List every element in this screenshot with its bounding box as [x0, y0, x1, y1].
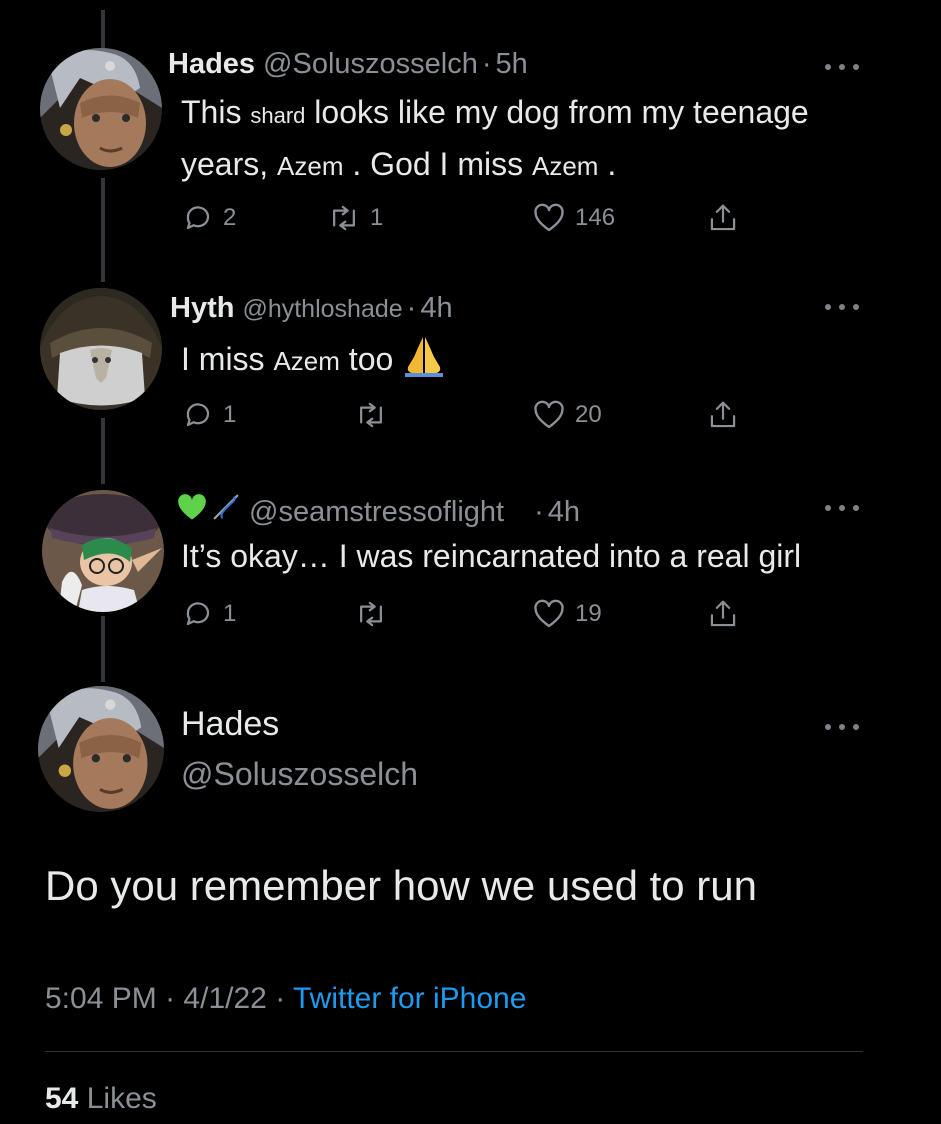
retweet-icon	[333, 205, 355, 231]
thread-line	[101, 418, 105, 484]
tweet-actions: 1 19	[183, 594, 743, 634]
separator-dot: ·	[406, 292, 417, 324]
user-handle[interactable]: @Soluszosselch	[263, 48, 478, 81]
retweet-icon	[360, 402, 382, 428]
reply-button[interactable]: 1	[183, 594, 236, 634]
display-name[interactable]: Hyth	[170, 292, 234, 325]
separator-dot: ·	[481, 48, 492, 80]
tweet-text: I miss Azem too	[181, 333, 446, 390]
reply-button[interactable]: 1	[183, 395, 236, 435]
thread-line	[101, 178, 105, 282]
separator-dot: ·	[534, 496, 544, 528]
avatar-hades-main[interactable]	[38, 686, 164, 812]
more-options-icon[interactable]	[825, 62, 859, 72]
like-button[interactable]: 20	[533, 395, 602, 435]
main-display-name[interactable]: Hades	[181, 705, 279, 744]
reply-count: 2	[223, 204, 237, 231]
share-icon	[710, 204, 736, 231]
needle-thread-icon	[213, 494, 239, 520]
share-button[interactable]	[708, 198, 738, 238]
tweet-date[interactable]: 4/1/22	[183, 982, 266, 1015]
retweet-button[interactable]	[355, 395, 397, 435]
tweet-actions: 1 20	[183, 395, 743, 435]
tweet-header: @seamstressoflight · 4h	[177, 490, 580, 529]
share-icon	[710, 600, 736, 627]
folded-hands-emoji	[402, 333, 446, 390]
tweet-source-link[interactable]: Twitter for iPhone	[293, 982, 526, 1015]
timestamp[interactable]: 5h	[496, 48, 528, 81]
thread-line	[101, 616, 105, 682]
more-options-icon[interactable]	[825, 302, 859, 312]
more-options-icon[interactable]	[825, 503, 859, 513]
user-handle[interactable]: @seamstressoflight	[249, 496, 504, 529]
retweet-button[interactable]	[355, 594, 397, 634]
main-user-handle[interactable]: @Soluszosselch	[181, 756, 418, 793]
main-tweet-text: Do you remember how we used to run	[45, 862, 758, 909]
display-name[interactable]: Hades	[168, 48, 255, 81]
reply-icon	[186, 602, 210, 626]
retweet-button[interactable]: 1	[328, 198, 383, 238]
reply-icon	[186, 206, 210, 230]
share-icon	[710, 401, 736, 428]
thread-line	[101, 10, 105, 50]
likes-count: 54	[45, 1082, 79, 1115]
tweet-header: Hades @Soluszosselch · 5h	[168, 48, 528, 81]
likes-summary[interactable]: 54 Likes	[45, 1082, 157, 1116]
heart-icon	[534, 203, 564, 232]
reply-icon	[186, 403, 210, 427]
tweet-meta: 5:04 PM · 4/1/22 · Twitter for iPhone	[45, 982, 526, 1016]
like-button[interactable]: 146	[533, 198, 615, 238]
retweet-count: 1	[370, 204, 384, 231]
tweet-text: This shard looks like my dog from my tee…	[181, 94, 809, 182]
reply-count: 1	[223, 401, 237, 428]
separator-dot: ·	[275, 982, 286, 1015]
heart-icon	[534, 400, 564, 429]
reply-button[interactable]: 2	[183, 198, 236, 238]
tweet-text: It’s okay… I was reincarnated into a rea…	[181, 538, 802, 574]
timestamp[interactable]: 4h	[420, 292, 452, 325]
divider	[45, 1051, 863, 1052]
green-heart-icon	[178, 494, 206, 520]
share-button[interactable]	[708, 594, 738, 634]
timestamp[interactable]: 4h	[548, 496, 580, 529]
like-count: 19	[575, 600, 602, 627]
tweet-header: Hyth @hythloshade · 4h	[170, 292, 453, 325]
tweet-time[interactable]: 5:04 PM	[45, 982, 157, 1015]
like-count: 20	[575, 401, 602, 428]
like-count: 146	[575, 204, 616, 231]
likes-label: Likes	[86, 1082, 157, 1115]
avatar-hades[interactable]	[40, 48, 162, 170]
tweet-actions: 2 1 146	[183, 198, 743, 238]
retweet-icon	[360, 601, 382, 627]
avatar-seamstress[interactable]	[42, 490, 164, 612]
like-button[interactable]: 19	[533, 594, 602, 634]
heart-icon	[534, 599, 564, 628]
user-handle[interactable]: @hythloshade	[242, 295, 402, 324]
display-name-emoji[interactable]	[177, 490, 241, 524]
separator-dot: ·	[165, 982, 176, 1015]
more-options-icon[interactable]	[825, 722, 859, 732]
share-button[interactable]	[708, 395, 738, 435]
avatar-hyth[interactable]	[40, 288, 162, 410]
reply-count: 1	[223, 600, 237, 627]
